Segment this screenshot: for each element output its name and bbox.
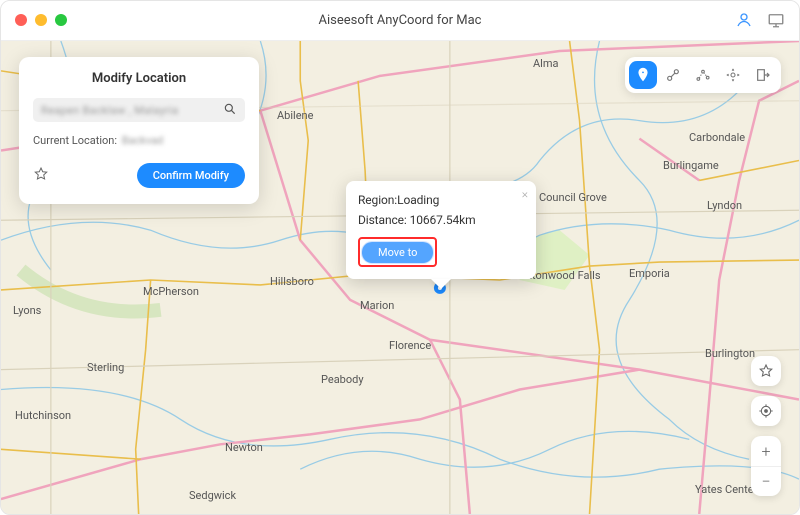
city-label: Burlington [705, 347, 755, 360]
location-search-input[interactable]: Reapen Backlaw , Malayria [33, 98, 245, 122]
panel-heading: Modify Location [33, 71, 245, 86]
map-canvas[interactable]: Abilene Alma Carbondale Burlingame Counc… [1, 41, 799, 514]
title-bar: Aiseesoft AnyCoord for Mac [1, 1, 799, 41]
city-label: Yates Center [695, 483, 757, 496]
city-label: Lyndon [707, 199, 742, 212]
city-label: Newton [225, 441, 263, 454]
highlight-annotation: Move to [358, 237, 437, 267]
city-label: Carbondale [689, 131, 745, 144]
location-popup: × Region:Loading Distance: 10667.54km Mo… [346, 181, 536, 279]
mode-multi-stop[interactable] [689, 61, 717, 89]
city-label: Florence [389, 339, 431, 352]
city-label: Lyons [13, 304, 41, 317]
city-label: Burlingame [663, 159, 719, 172]
window-controls[interactable] [15, 14, 67, 26]
city-label: Sterling [87, 361, 124, 374]
mode-toolbar [625, 57, 781, 93]
mode-export-icon[interactable] [749, 61, 777, 89]
move-to-button[interactable]: Move to [362, 242, 433, 263]
fullscreen-window-button[interactable] [55, 14, 67, 26]
city-label: Council Grove [539, 191, 607, 204]
current-location-value: Backvad [122, 134, 164, 147]
mode-one-stop[interactable] [659, 61, 687, 89]
close-window-button[interactable] [15, 14, 27, 26]
city-label: Marion [360, 299, 394, 312]
city-label: Abilene [277, 109, 313, 122]
city-label: Alma [533, 57, 558, 70]
favorite-icon[interactable] [33, 166, 49, 186]
map-locate-button[interactable] [751, 396, 781, 426]
search-icon [223, 101, 237, 120]
popup-region-line: Region:Loading [358, 193, 524, 207]
zoom-in-button[interactable]: + [751, 436, 781, 466]
popup-tail [431, 279, 451, 289]
city-label: McPherson [143, 285, 199, 298]
current-location-label: Current Location: Backvad [33, 134, 245, 147]
confirm-modify-button[interactable]: Confirm Modify [137, 163, 245, 188]
map-controls: + − [751, 356, 781, 496]
city-label: Sedgwick [189, 489, 236, 502]
map-favorite-button[interactable] [751, 356, 781, 386]
modify-location-panel: Modify Location Reapen Backlaw , Malayri… [19, 57, 259, 204]
app-window: Aiseesoft AnyCoord for Mac [0, 0, 800, 515]
popup-distance-line: Distance: 10667.54km [358, 213, 524, 227]
minimize-window-button[interactable] [35, 14, 47, 26]
mode-modify-location[interactable] [629, 61, 657, 89]
close-icon[interactable]: × [522, 187, 528, 201]
city-label: Emporia [629, 267, 670, 280]
mode-joystick[interactable] [719, 61, 747, 89]
city-label: Hillsboro [270, 275, 314, 288]
search-placeholder-text: Reapen Backlaw , Malayria [41, 104, 217, 117]
window-title: Aiseesoft AnyCoord for Mac [319, 13, 482, 28]
account-icon[interactable] [735, 11, 753, 33]
zoom-out-button[interactable]: − [751, 466, 781, 496]
city-label: Peabody [321, 373, 364, 386]
window-mode-icon[interactable] [767, 11, 785, 33]
city-label: Hutchinson [15, 409, 71, 422]
